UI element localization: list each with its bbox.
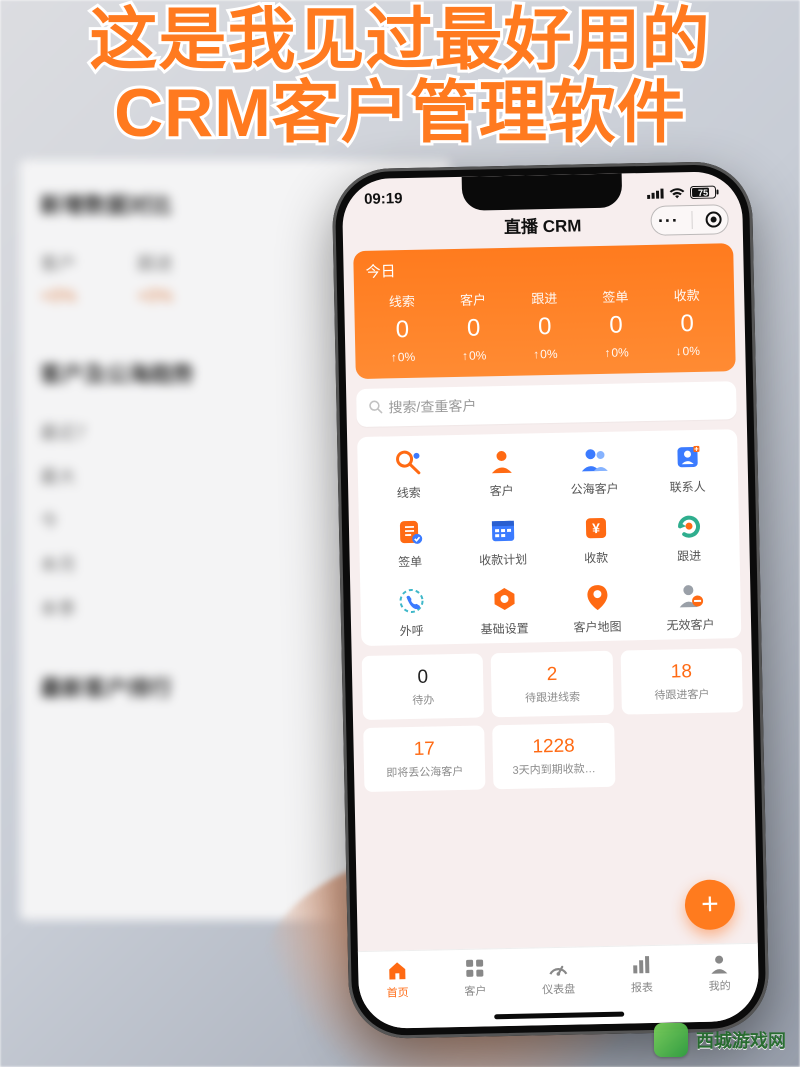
map-pin-icon <box>582 582 613 613</box>
bg-col-1: 客户 <box>40 250 77 276</box>
phone-frame: 09:19 75 直播 CRM ··· 今日 线索0↑0% 客户0↑0% 跟 <box>331 161 769 1040</box>
wifi-icon <box>669 187 685 199</box>
card-todo[interactable]: 0待办 <box>362 653 485 720</box>
payment-plan-icon <box>487 515 518 546</box>
today-label[interactable]: 今日 <box>365 253 721 281</box>
signal-icon <box>647 188 664 199</box>
contact-icon <box>672 442 703 473</box>
app-payments[interactable]: ¥收款 <box>549 512 643 567</box>
summary-cards: 0待办 2待跟进线索 18待跟进客户 17即将丢公海客户 12283天内到期收款… <box>362 648 745 792</box>
followup-icon <box>673 511 704 542</box>
grid-icon <box>464 957 486 979</box>
metric-customers[interactable]: 客户0↑0% <box>437 289 510 363</box>
battery-icon: 75 <box>690 185 720 199</box>
miniprogram-capsule[interactable]: ··· <box>650 204 729 236</box>
tab-mine[interactable]: 我的 <box>708 952 731 993</box>
tab-dashboard[interactable]: 仪表盘 <box>541 956 575 998</box>
metric-leads[interactable]: 线索0↑0% <box>366 290 439 364</box>
app-contacts[interactable]: 联系人 <box>640 441 734 496</box>
app-leads[interactable]: 线索 <box>361 447 455 502</box>
search-icon <box>368 399 382 416</box>
payment-icon: ¥ <box>580 513 611 544</box>
app-outbound-call[interactable]: 外呼 <box>364 585 458 640</box>
leads-icon <box>393 448 424 479</box>
metric-followup[interactable]: 跟进0↑0% <box>508 287 581 361</box>
watermark-logo <box>654 1023 688 1057</box>
headline-line-2: CRM客户管理软件 <box>0 77 800 150</box>
app-followup[interactable]: 跟进 <box>642 510 736 565</box>
search-input[interactable]: 搜索/查重客户 <box>356 381 737 427</box>
settings-icon <box>489 584 520 615</box>
metric-deals[interactable]: 签单0↑0% <box>580 286 653 360</box>
menu-icon[interactable]: ··· <box>658 211 679 229</box>
tab-home[interactable]: 首页 <box>386 959 409 1000</box>
add-button[interactable]: + <box>684 879 735 930</box>
bg-pct-1: +0% <box>40 286 77 307</box>
plus-icon: + <box>701 888 719 922</box>
app-customer-map[interactable]: 客户地图 <box>550 581 644 636</box>
metric-payments[interactable]: 收款0↓0% <box>651 284 724 358</box>
tab-customers[interactable]: 客户 <box>464 957 487 998</box>
invalid-customer-icon <box>675 580 706 611</box>
app-customers[interactable]: 客户 <box>454 445 548 500</box>
overlay-headline: 这是我见过最好用的 CRM客户管理软件 <box>0 0 800 151</box>
app-public-customers[interactable]: 公海客户 <box>547 443 641 498</box>
metric-row: 线索0↑0% 客户0↑0% 跟进0↑0% 签单0↑0% 收款0↓0% <box>366 284 723 364</box>
deal-icon <box>394 517 425 548</box>
app-payment-plan[interactable]: 收款计划 <box>456 514 550 569</box>
status-time: 09:19 <box>364 190 403 208</box>
card-losing-public[interactable]: 17即将丢公海客户 <box>363 725 486 792</box>
svg-text:¥: ¥ <box>591 520 599 536</box>
capsule-separator <box>691 211 692 229</box>
app-settings[interactable]: 基础设置 <box>457 583 551 638</box>
app-title: 直播 CRM <box>504 211 582 238</box>
bg-col-2: 跟进 <box>137 250 174 276</box>
close-miniprogram-icon[interactable] <box>705 211 721 227</box>
watermark: 西城游戏网 <box>654 1023 786 1057</box>
app-grid: 线索 客户 公海客户 联系人 签单 收款计划 ¥收款 跟进 外呼 基础设置 客户… <box>357 429 741 646</box>
card-pending-customers[interactable]: 18待跟进客户 <box>620 648 743 715</box>
public-customer-icon <box>579 444 610 475</box>
gauge-icon <box>547 956 569 978</box>
app-deals[interactable]: 签单 <box>363 516 457 571</box>
outbound-call-icon <box>396 586 427 617</box>
watermark-text: 西城游戏网 <box>696 1027 786 1053</box>
headline-line-1: 这是我见过最好用的 <box>0 4 800 77</box>
home-icon <box>386 959 408 981</box>
tab-reports[interactable]: 报表 <box>630 954 653 995</box>
phone-screen: 09:19 75 直播 CRM ··· 今日 线索0↑0% 客户0↑0% 跟 <box>342 171 760 1029</box>
search-placeholder: 搜索/查重客户 <box>388 396 476 418</box>
person-icon <box>708 952 730 974</box>
chart-icon <box>630 954 652 976</box>
card-pending-leads[interactable]: 2待跟进线索 <box>491 651 614 718</box>
customer-icon <box>486 446 517 477</box>
today-summary-panel: 今日 线索0↑0% 客户0↑0% 跟进0↑0% 签单0↑0% 收款0↓0% <box>353 243 736 379</box>
card-due-payments[interactable]: 12283天内到期收款… <box>492 723 615 790</box>
app-invalid-customers[interactable]: 无效客户 <box>643 579 737 634</box>
phone-notch <box>462 173 623 210</box>
bg-pct-2: +0% <box>137 286 174 307</box>
title-bar: 直播 CRM ··· <box>342 202 743 251</box>
svg-text:75: 75 <box>698 188 708 198</box>
